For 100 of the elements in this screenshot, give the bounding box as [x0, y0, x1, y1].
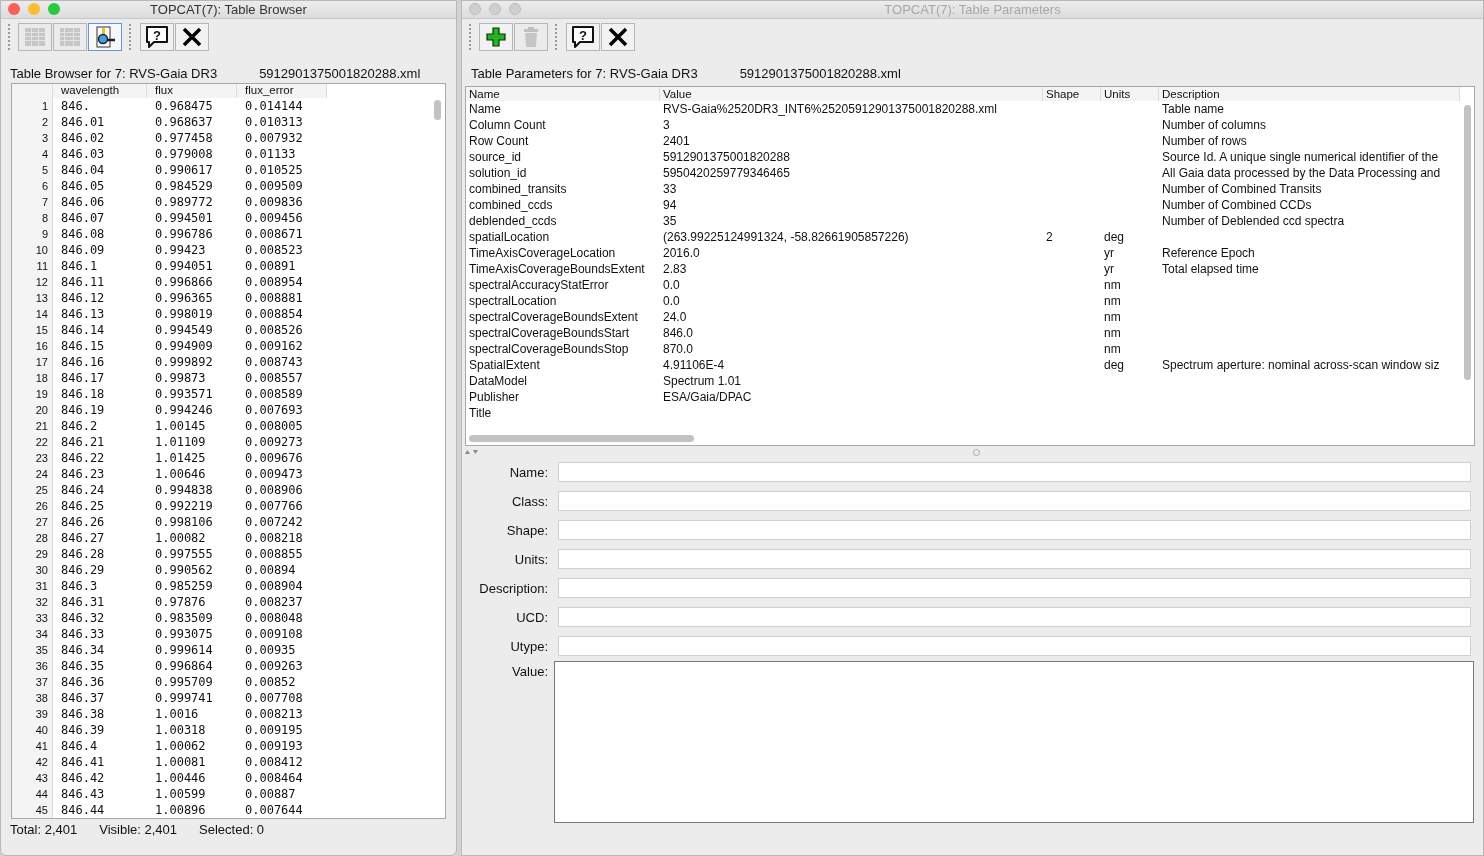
minimize-window-button[interactable]	[489, 3, 501, 15]
input-field[interactable]	[558, 491, 1471, 511]
column-header[interactable]: Name	[466, 87, 660, 101]
column-header[interactable]: Units	[1101, 87, 1159, 101]
table-cell-text: 0.994549	[154, 321, 214, 338]
close-icon	[181, 25, 203, 48]
column-header[interactable]: Shape	[1043, 87, 1101, 101]
table-cell-text: 0.008855	[244, 545, 304, 562]
zoom-window-button[interactable]	[509, 3, 521, 15]
table-cell-text: 0.979008	[154, 145, 214, 162]
table-cell-text: 846.44	[60, 801, 106, 818]
table-cell-text: spectralCoverageBoundsExtent	[468, 309, 639, 325]
scrollbar-thumb[interactable]	[1464, 105, 1471, 380]
table-cell-text: 0.008412	[244, 753, 304, 770]
table-cell-text: 24.0	[662, 309, 688, 325]
scrollbar-thumb[interactable]	[434, 99, 441, 120]
table-cell-text: 0.990617	[154, 161, 214, 178]
table-cell-text: 0.008213	[244, 705, 304, 722]
table-cell-text: Source Id. A unique single numerical identifier of the	[1161, 149, 1440, 165]
table-cell-text: 0.97876	[154, 593, 207, 610]
table-cell-text: 0.994909	[154, 337, 214, 354]
status-text: Selected: 0	[199, 822, 265, 840]
table-cell-text: spectralAccuracyStatError	[468, 277, 610, 293]
table-cell-text: 1.01425	[154, 449, 207, 466]
input-field[interactable]	[558, 520, 1471, 540]
table-cell-text: 1.00896	[154, 801, 207, 818]
table-cell-text: 0.994246	[154, 401, 214, 418]
search-button[interactable]	[88, 22, 122, 51]
minimize-window-button[interactable]	[28, 3, 40, 15]
table-cell-text: 846.26	[60, 513, 106, 530]
table-cell-text: 0.007708	[244, 689, 304, 706]
table-cell-text: 5912901375001820288	[662, 149, 791, 165]
column-header[interactable]: Value	[660, 87, 1043, 101]
column-header[interactable]: wavelength	[53, 83, 147, 98]
table-cell-text: Total elapsed time	[1161, 261, 1260, 277]
add-button[interactable]	[479, 23, 513, 51]
input-field[interactable]	[558, 549, 1471, 569]
table-cell-text: 846.07	[60, 209, 106, 226]
toolbar-grip[interactable]	[469, 24, 473, 50]
table-cell-text: 0.968637	[154, 113, 214, 130]
column-header[interactable]: flux_error	[237, 83, 327, 98]
table-cell-text: 0.00891	[244, 257, 297, 274]
close-button[interactable]	[601, 23, 635, 51]
zoom-window-button[interactable]	[48, 3, 60, 15]
table-cell-text: 0.008671	[244, 225, 304, 242]
table-cell-text: solution_id	[468, 165, 528, 181]
scrollbar-thumb[interactable]	[469, 435, 694, 442]
column-header[interactable]: Description	[1159, 87, 1460, 101]
input-field[interactable]	[558, 462, 1471, 482]
value-text-area[interactable]	[554, 661, 1474, 823]
input-field[interactable]	[558, 578, 1471, 598]
close-window-button[interactable]	[8, 3, 20, 15]
table-cell-text: 0.00935	[244, 641, 297, 658]
table-cell-text: 846.05	[60, 177, 106, 194]
table-cell-text: combined_ccds	[468, 197, 554, 213]
table-cell-text: 0.995709	[154, 673, 214, 690]
table-cell-text: 0.985259	[154, 577, 214, 594]
table-cell-text: combined_transits	[468, 181, 568, 197]
input-field[interactable]	[558, 607, 1471, 627]
table-cell-text: TimeAxisCoverageLocation	[468, 245, 617, 261]
table-cell-text: Reference Epoch	[1161, 245, 1256, 261]
table-cell-text: 846.15	[60, 337, 106, 354]
table-cell-text: Number of Deblended ccd spectra	[1161, 213, 1346, 229]
table-cell-text: 0.996786	[154, 225, 214, 242]
close-button[interactable]	[175, 22, 209, 51]
table-cell-text: (263.99225124991324, -58.82661905857226)	[662, 229, 910, 245]
table-cell-text: 846.42	[60, 769, 106, 786]
table-cell-text: 0.007932	[244, 129, 304, 146]
field-label: Description:	[478, 580, 548, 596]
table-cell-text: All Gaia data processed by the Data Processing and	[1161, 165, 1442, 181]
table-cell-text: 0.009162	[244, 337, 304, 354]
table-cell-text: nm	[1103, 309, 1122, 325]
field-label: Name:	[508, 464, 548, 480]
column-header[interactable]: flux	[147, 83, 237, 98]
table-cell-text: 0.989772	[154, 193, 214, 210]
close-icon	[607, 26, 629, 48]
table-cell-text: Column Count	[468, 117, 547, 133]
table-cell-text: 846.	[60, 97, 91, 114]
table-file-name: 5912901375001820288.xml	[739, 67, 901, 81]
toolbar-grip[interactable]	[8, 23, 12, 50]
field-label: Value:	[511, 664, 548, 679]
input-field[interactable]	[558, 636, 1471, 656]
table-cell-text: Table name	[1161, 101, 1226, 117]
table-cell-text: 0.007242	[244, 513, 304, 530]
table-cell-text: 0.999614	[154, 641, 214, 658]
table-cell-text: 2401	[662, 133, 691, 149]
table-cell-text: 0.007644	[244, 801, 304, 818]
table-cell-text: 2.83	[662, 261, 688, 277]
table-cell-text: 846.09	[60, 241, 106, 258]
table-cell-text: 1.0016	[154, 705, 200, 722]
table-cell-text: 0.994838	[154, 481, 214, 498]
toolbar-separator	[555, 24, 559, 50]
table-cell-text: 1.00062	[154, 737, 207, 754]
window-title: TOPCAT(7): Table Browser	[150, 1, 307, 17]
table-cell-text: 35	[662, 213, 678, 229]
table-cell-text: spectralLocation	[468, 293, 558, 309]
splitter-arrows-icon[interactable]	[464, 449, 480, 455]
close-window-button[interactable]	[469, 3, 481, 15]
table-cell-text: 0.008237	[244, 593, 304, 610]
table-cell-text: 846.11	[60, 273, 106, 290]
